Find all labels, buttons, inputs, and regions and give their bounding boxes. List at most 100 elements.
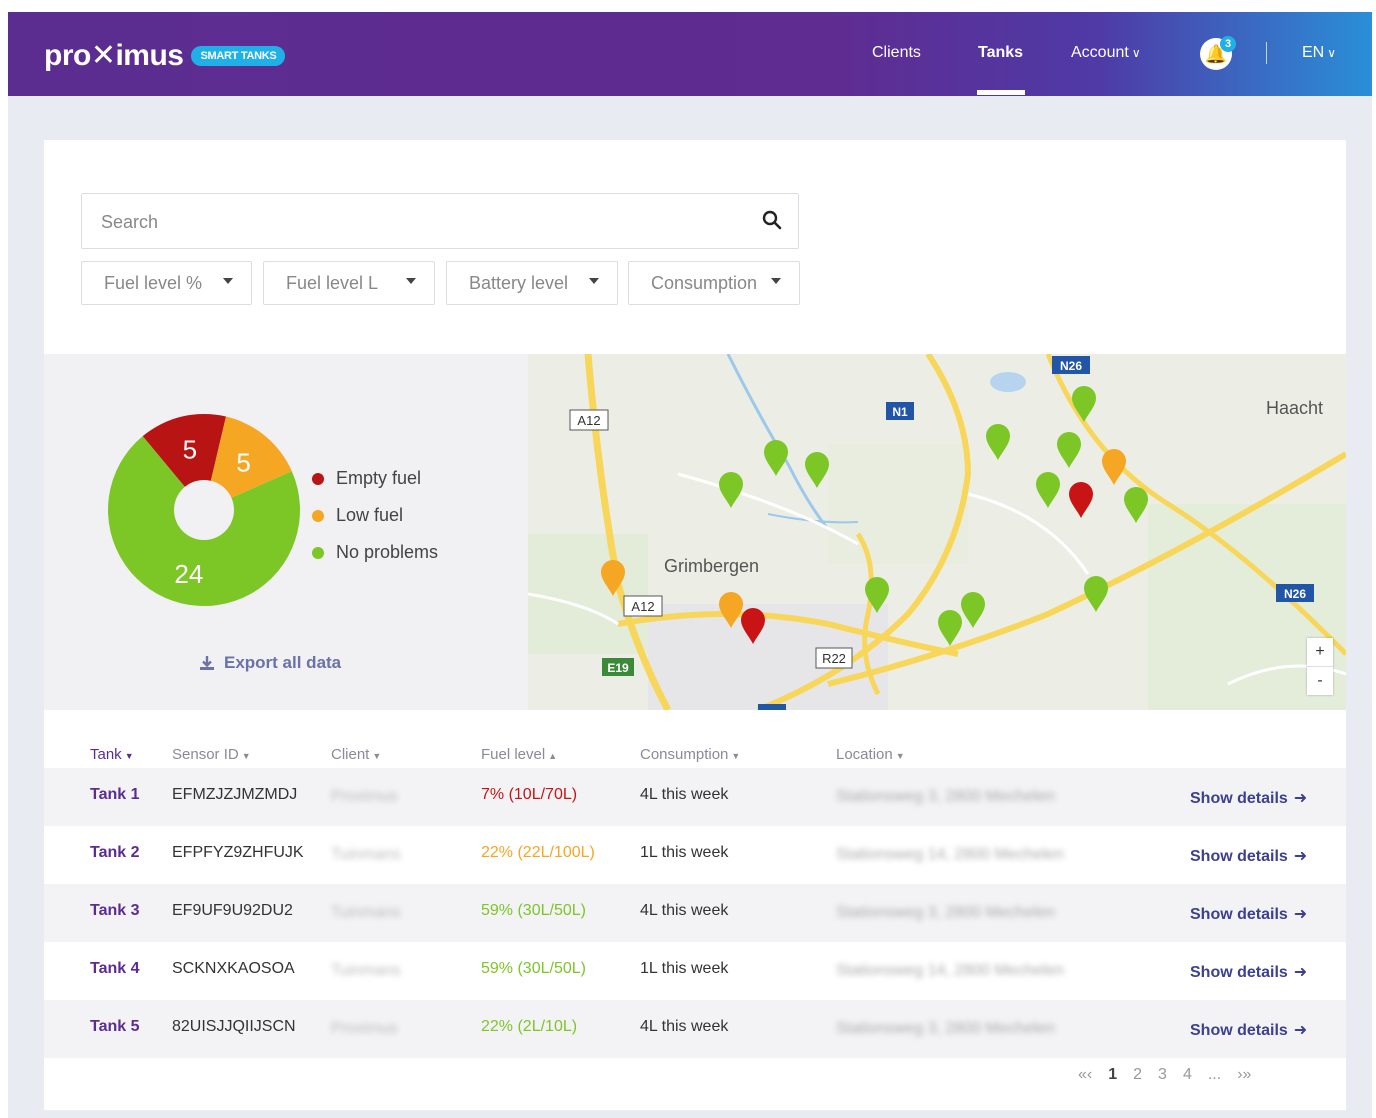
- table-row: Tank 4 SCKNXKAOSOA Tuinmans 59% (30L/50L…: [44, 942, 1346, 1000]
- caret-down-icon: [223, 278, 233, 284]
- consumption: 1L this week: [640, 960, 729, 977]
- sensor-id: EFMZJZJMZMDJ: [172, 786, 298, 803]
- show-details-label: Show details: [1190, 1022, 1288, 1039]
- legend-item-no-problems: No problems: [312, 534, 438, 571]
- road-label-a12: A12: [569, 409, 609, 431]
- tank-name[interactable]: Tank 5: [90, 1018, 140, 1036]
- filter-fuel-level-percent[interactable]: Fuel level %: [81, 261, 252, 305]
- pie-slice-label: 24: [174, 559, 203, 589]
- legend-dot: [312, 472, 324, 485]
- sensor-id: EF9UF9U92DU2: [172, 902, 293, 919]
- filter-battery-level[interactable]: Battery level: [446, 261, 618, 305]
- column-header-sensor-id[interactable]: Sensor ID ▼: [172, 746, 251, 763]
- app-frame: pro✕imus SMART TANKS Clients Tanks Accou…: [8, 12, 1372, 1118]
- arrow-right-icon: ➜: [1293, 1022, 1308, 1039]
- page-first-prev[interactable]: «‹: [1078, 1066, 1092, 1084]
- location: Stationsweg 14, 2800 Mechelen: [836, 962, 1064, 979]
- show-details-label: Show details: [1190, 906, 1288, 923]
- show-details-link[interactable]: Show details ➜: [1190, 904, 1307, 924]
- tank-name[interactable]: Tank 1: [90, 786, 140, 804]
- brand[interactable]: pro✕imus SMART TANKS: [44, 38, 286, 73]
- client-name: Proximus: [331, 1020, 398, 1037]
- table-header: Tank ▼ Sensor ID ▼ Client ▼ Fuel level ▲ Con…: [44, 740, 1346, 770]
- arrow-right-icon: ➜: [1293, 790, 1308, 807]
- nav-clients[interactable]: Clients: [872, 44, 921, 62]
- tank-name[interactable]: Tank 2: [90, 844, 140, 862]
- page-2[interactable]: 2: [1133, 1066, 1142, 1084]
- road-label-n26-top: N26: [1052, 356, 1090, 374]
- zoom-controls: + -: [1307, 638, 1333, 695]
- table-row: Tank 1 EFMZJZJMZMDJ Proximus 7% (10L/70L…: [44, 768, 1346, 826]
- legend-label: No problems: [336, 542, 439, 562]
- zoom-out-button[interactable]: -: [1307, 667, 1333, 695]
- filter-consumption[interactable]: Consumption: [628, 261, 800, 305]
- column-header-fuel-level[interactable]: Fuel level ▲: [481, 746, 557, 763]
- zoom-in-button[interactable]: +: [1307, 638, 1333, 667]
- map-canvas[interactable]: A12 N1 N26 A12 E19 R22 N26 Grimbergen Ha…: [528, 354, 1346, 710]
- pie-legend: Empty fuel Low fuel No problems: [312, 460, 438, 571]
- pagination: «‹ 1 2 3 4 ... ›»: [1078, 1066, 1267, 1084]
- filter-label: Consumption: [651, 272, 758, 293]
- column-header-consumption[interactable]: Consumption ▼: [640, 746, 740, 763]
- legend-dot: [312, 546, 324, 559]
- svg-text:E19: E19: [607, 661, 629, 675]
- show-details-link[interactable]: Show details ➜: [1190, 846, 1307, 866]
- tanks-card: Fuel level % Fuel level L Battery level …: [44, 140, 1346, 1110]
- sort-down-icon: ▼: [124, 751, 134, 761]
- column-header-tank[interactable]: Tank ▼: [90, 746, 134, 763]
- page-4[interactable]: 4: [1183, 1066, 1192, 1084]
- legend-item-low-fuel: Low fuel: [312, 497, 438, 534]
- tanks-map[interactable]: A12 N1 N26 A12 E19 R22 N26 Grimbergen Ha…: [528, 354, 1346, 710]
- filter-label: Fuel level L: [286, 272, 379, 293]
- arrow-right-icon: ➜: [1293, 964, 1308, 981]
- page-next-last[interactable]: ›»: [1237, 1066, 1251, 1084]
- filter-label: Battery level: [469, 272, 569, 293]
- active-tab-indicator: [977, 90, 1025, 95]
- table-row: Tank 3 EF9UF9U92DU2 Tuinmans 59% (30L/50…: [44, 884, 1346, 942]
- column-header-location[interactable]: Location ▼: [836, 746, 905, 763]
- client-name: Proximus: [331, 788, 398, 805]
- page-3[interactable]: 3: [1158, 1066, 1167, 1084]
- caret-down-icon: [406, 278, 416, 284]
- filter-fuel-level-liters[interactable]: Fuel level L: [263, 261, 435, 305]
- download-icon: [200, 656, 214, 670]
- svg-text:R22: R22: [822, 651, 846, 666]
- nav-divider: [1266, 42, 1267, 64]
- nav-account[interactable]: Account ∨: [1071, 44, 1141, 62]
- fuel-level: 22% (22L/100L): [481, 844, 595, 861]
- tank-name[interactable]: Tank 3: [90, 902, 140, 920]
- export-all-data-link[interactable]: Export all data: [198, 653, 341, 673]
- legend-item-empty-fuel: Empty fuel: [312, 460, 438, 497]
- caret-down-icon: [589, 278, 599, 284]
- location: Stationsweg 14, 2800 Mechelen: [836, 846, 1064, 863]
- table-row: Tank 2 EFPFYZ9ZHFUJK Tuinmans 22% (22L/1…: [44, 826, 1346, 884]
- column-header-label: Consumption: [640, 746, 729, 763]
- sort-down-icon: ▼: [731, 751, 741, 761]
- proximus-logo: pro✕imus: [44, 39, 184, 72]
- fuel-level: 22% (2L/10L): [481, 1018, 578, 1035]
- smart-tanks-badge: SMART TANKS: [191, 45, 286, 66]
- show-details-label: Show details: [1190, 790, 1288, 807]
- caret-down-icon: [771, 278, 781, 284]
- show-details-link[interactable]: Show details ➜: [1190, 788, 1307, 808]
- nav-tanks[interactable]: Tanks: [978, 44, 1023, 62]
- search-input[interactable]: [82, 194, 763, 250]
- consumption: 4L this week: [640, 902, 729, 919]
- client-name: Tuinmans: [331, 846, 401, 863]
- column-header-client[interactable]: Client ▼: [331, 746, 381, 763]
- search-icon[interactable]: [762, 210, 782, 230]
- svg-text:A12: A12: [577, 413, 600, 428]
- show-details-link[interactable]: Show details ➜: [1190, 1020, 1307, 1040]
- svg-text:A12: A12: [631, 599, 654, 614]
- consumption: 1L this week: [640, 844, 729, 861]
- arrow-right-icon: ➜: [1293, 906, 1308, 923]
- show-details-link[interactable]: Show details ➜: [1190, 962, 1307, 982]
- language-selector[interactable]: EN ∨: [1302, 44, 1336, 62]
- sort-down-icon: ▼: [895, 751, 905, 761]
- arrow-right-icon: ➜: [1293, 848, 1308, 865]
- tank-name[interactable]: Tank 4: [90, 960, 140, 978]
- sensor-id: 82UISJJQIIJSCN: [172, 1018, 296, 1035]
- column-header-label: Client: [331, 746, 370, 763]
- page-1[interactable]: 1: [1108, 1066, 1117, 1084]
- consumption: 4L this week: [640, 786, 729, 803]
